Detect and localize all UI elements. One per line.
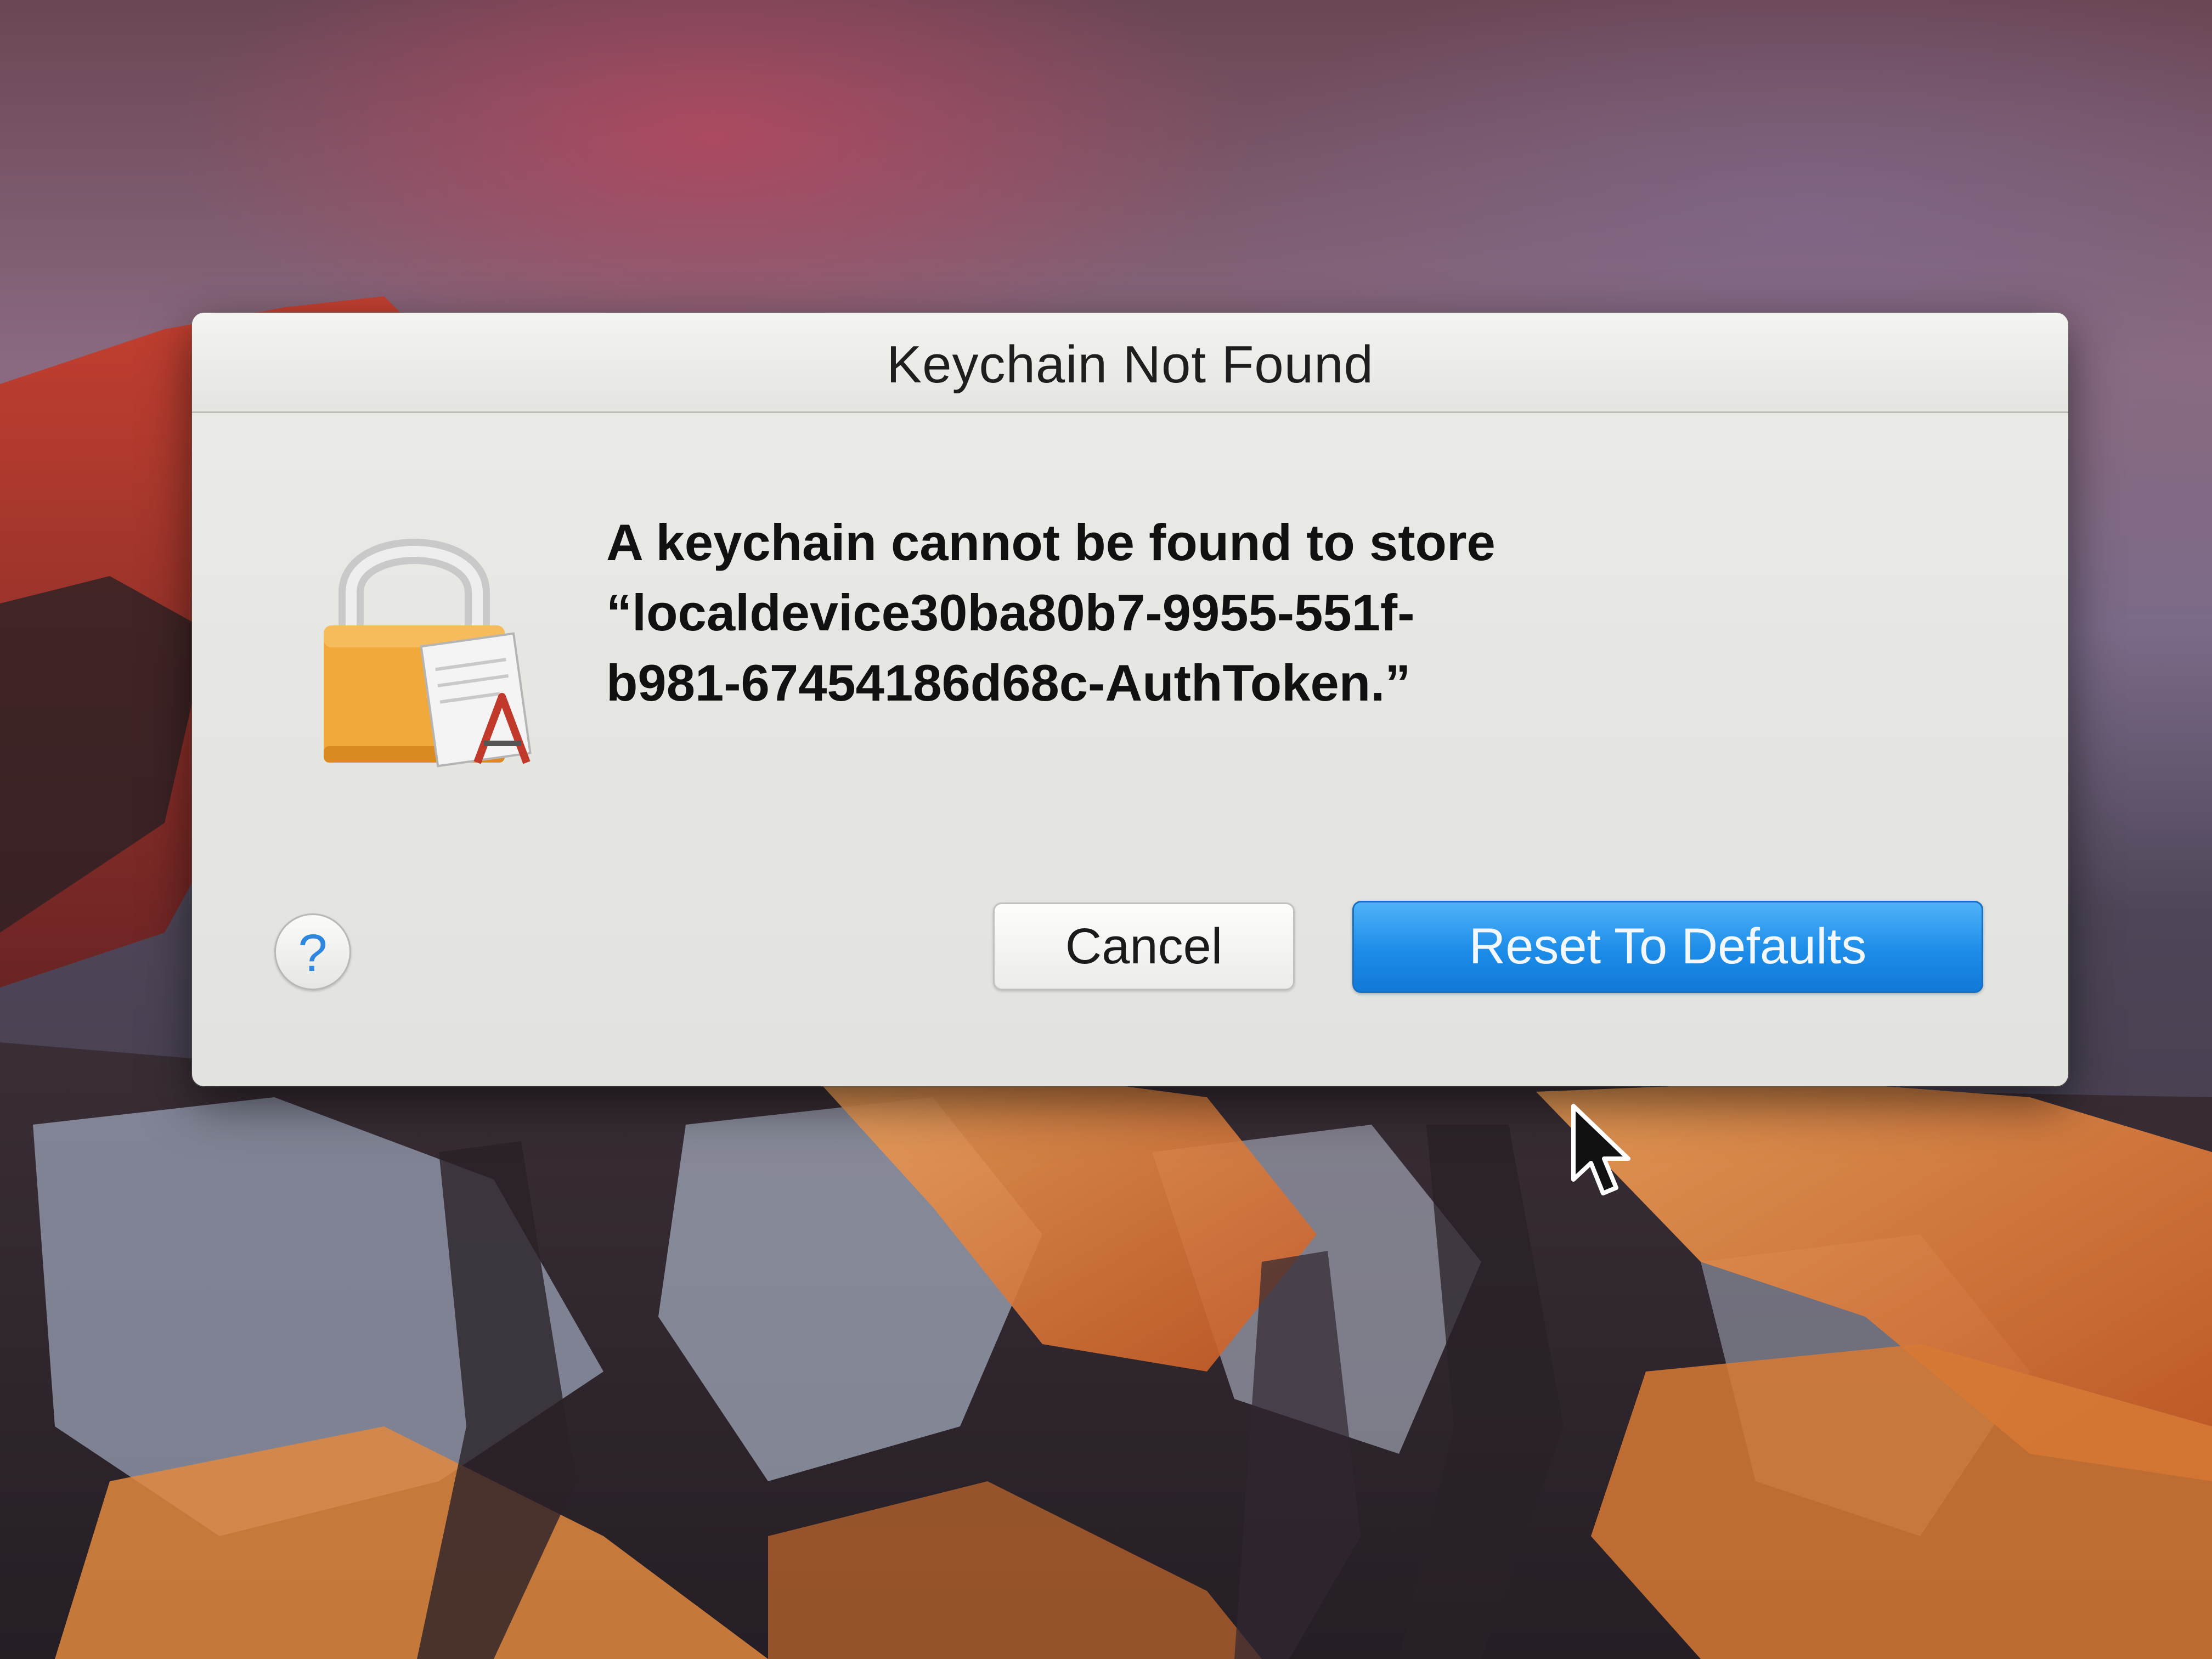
help-button[interactable]: ? (274, 913, 351, 990)
dialog-message: A keychain cannot be found to store “loc… (606, 507, 1923, 718)
reset-to-defaults-button[interactable]: Reset To Defaults (1352, 901, 1983, 993)
keychain-alert-dialog: Keychain Not Found A keychain cannot be … (192, 313, 2068, 1086)
arrow-cursor-icon (1569, 1103, 1635, 1201)
dialog-title: Keychain Not Found (887, 335, 1374, 394)
message-line-2: “localdevice30ba80b7-9955-551f- (606, 584, 1415, 641)
keychain-lock-icon (313, 516, 543, 774)
message-line-1: A keychain cannot be found to store (606, 514, 1496, 571)
cancel-button[interactable]: Cancel (993, 902, 1295, 990)
message-line-3: b981-67454186d68c-AuthToken.” (606, 654, 1411, 712)
dialog-titlebar: Keychain Not Found (192, 313, 2068, 413)
